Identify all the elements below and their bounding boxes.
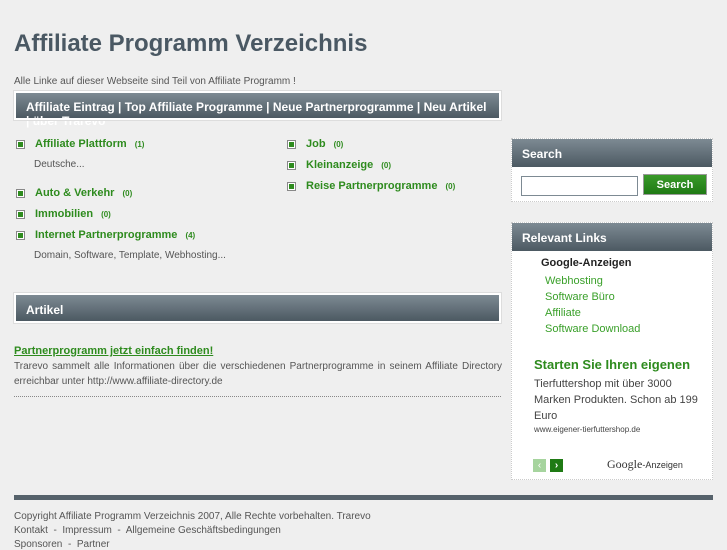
footer-links: Kontakt - Impressum - Allgemeine Geschäf… <box>14 525 281 536</box>
links-heading: Relevant Links <box>512 223 712 251</box>
sep: | <box>416 100 421 114</box>
link-software-download[interactable]: Software Download <box>545 323 640 335</box>
category-label[interactable]: Affiliate Plattform <box>35 138 127 150</box>
sep: | <box>26 114 30 128</box>
ad-text: Tierfuttershop mit über 3000 Marken Prod… <box>534 378 698 422</box>
bullet-icon <box>16 209 25 219</box>
category-item[interactable]: Internet Partnerprogramme (4) <box>16 229 195 241</box>
search-input[interactable] <box>521 176 638 196</box>
footer-copyright: Copyright Affiliate Programm Verzeichnis… <box>14 511 371 522</box>
footer-link-agb[interactable]: Allgemeine Geschäftsbedingungen <box>126 525 281 536</box>
category-count: (0) <box>333 139 344 149</box>
category-label[interactable]: Job <box>306 138 326 150</box>
search-box: Search Search <box>511 138 713 202</box>
next-arrow-icon[interactable]: › <box>550 459 563 472</box>
search-heading: Search <box>512 139 712 167</box>
category-label[interactable]: Immobilien <box>35 208 93 220</box>
category-label[interactable]: Internet Partnerprogramme <box>35 229 177 241</box>
articles-heading: Artikel <box>13 292 502 324</box>
relevant-links-box: Relevant Links Google-Anzeigen Webhostin… <box>511 222 713 480</box>
category-count: (4) <box>185 230 196 240</box>
ad-title[interactable]: Starten Sie Ihren eigenen <box>534 357 690 372</box>
footer-link-impressum[interactable]: Impressum <box>62 525 111 536</box>
category-item[interactable]: Reise Partnerprogramme (0) <box>287 180 455 192</box>
nav-neue-partner[interactable]: Neue Partnerprogramme <box>273 100 414 114</box>
bullet-icon <box>287 181 296 191</box>
divider <box>14 396 501 397</box>
footer-rule <box>14 495 713 500</box>
category-label[interactable]: Reise Partnerprogramme <box>306 180 437 192</box>
category-item[interactable]: Affiliate Plattform (1) <box>16 138 144 150</box>
category-count: (0) <box>101 209 111 219</box>
link-webhosting[interactable]: Webhosting <box>545 275 603 287</box>
nav-neu-artikel[interactable]: Neu Artikel <box>424 100 487 114</box>
sep: | <box>266 100 270 114</box>
sep: | <box>118 100 122 114</box>
bullet-icon <box>287 160 296 170</box>
link-affiliate[interactable]: Affiliate <box>545 307 581 319</box>
nav-affiliate-eintrag[interactable]: Affiliate Eintrag <box>26 100 115 114</box>
prev-arrow-icon[interactable]: ‹ <box>533 459 546 472</box>
article-text: Trarevo sammelt alle Informationen über … <box>14 361 502 387</box>
category-sub: Domain, Software, Template, Webhosting..… <box>34 250 226 261</box>
search-button[interactable]: Search <box>643 174 707 195</box>
category-item[interactable]: Kleinanzeige (0) <box>287 159 391 171</box>
category-item[interactable]: Auto & Verkehr (0) <box>16 187 132 199</box>
category-label[interactable]: Kleinanzeige <box>306 159 373 171</box>
category-label[interactable]: Auto & Verkehr <box>35 187 114 199</box>
ad-url[interactable]: www.eigener-tierfuttershop.de <box>534 425 640 434</box>
bullet-icon <box>16 139 25 149</box>
google-logo: Google-Anzeigen <box>607 457 683 471</box>
category-sub: Deutsche... <box>34 159 85 170</box>
category-item[interactable]: Job (0) <box>287 138 343 150</box>
nav-ueber-trarevo[interactable]: über Trarevo <box>33 114 106 128</box>
google-ads-label[interactable]: Google-Anzeigen <box>541 257 631 269</box>
bullet-icon <box>16 188 25 198</box>
category-count: (0) <box>445 181 456 191</box>
page-title: Affiliate Programm Verzeichnis <box>14 30 368 57</box>
bullet-icon <box>16 230 25 240</box>
category-count: (0) <box>122 188 133 198</box>
bullet-icon <box>287 139 296 149</box>
article-title-link[interactable]: Partnerprogramm jetzt einfach finden! <box>14 345 213 357</box>
main-nav: Affiliate Eintrag | Top Affiliate Progra… <box>13 90 502 128</box>
category-count: (1) <box>134 139 145 149</box>
link-software-buero[interactable]: Software Büro <box>545 291 615 303</box>
category-item[interactable]: Immobilien (0) <box>16 208 111 220</box>
footer-link-kontakt[interactable]: Kontakt <box>14 525 48 536</box>
category-count: (0) <box>381 160 392 170</box>
tagline: Alle Linke auf dieser Webseite sind Teil… <box>14 76 296 87</box>
nav-top-affiliate[interactable]: Top Affiliate Programme <box>125 100 263 114</box>
